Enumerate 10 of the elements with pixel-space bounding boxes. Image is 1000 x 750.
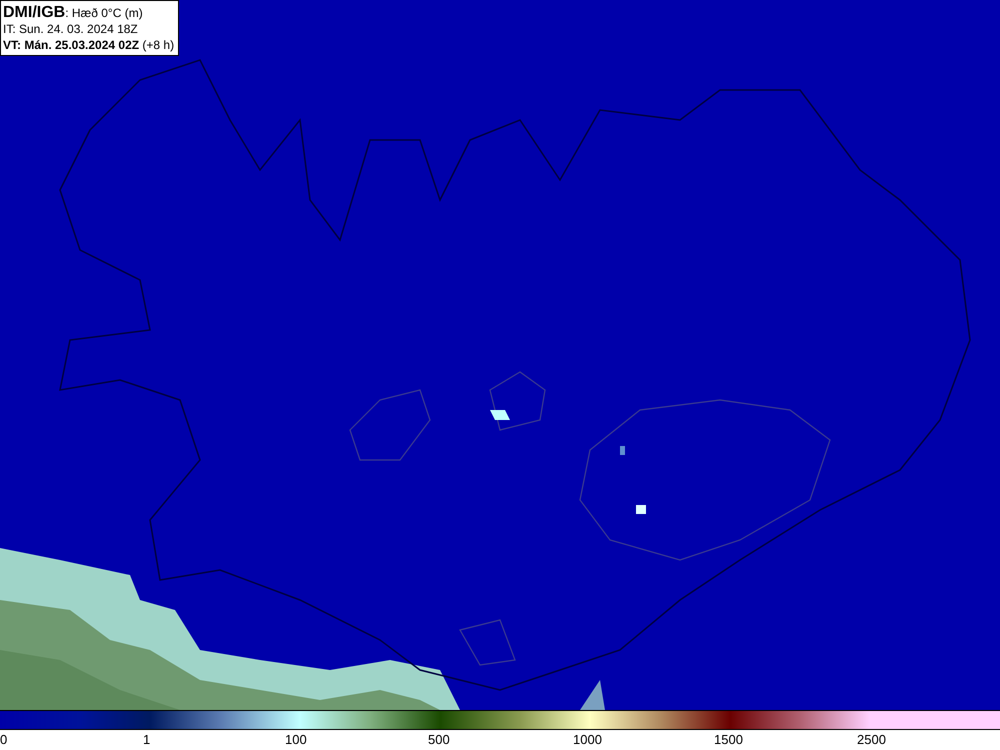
valid-time: VT: Mán. 25.03.2024 02Z (+8 h) xyxy=(3,38,174,53)
scale-label: 1 xyxy=(143,732,150,747)
scale-label: 1500 xyxy=(714,732,743,747)
scale-label: 100 xyxy=(285,732,307,747)
map-title: DMI/IGB: Hæð 0°C (m) xyxy=(3,5,144,21)
scale-label: 0 xyxy=(0,732,8,747)
scale-label: 500 xyxy=(428,732,450,747)
scale-label: 2500 xyxy=(857,732,886,747)
scale-label: 1000 xyxy=(573,732,602,747)
initial-time: IT: Sun. 24. 03. 2024 18Z xyxy=(3,22,139,37)
